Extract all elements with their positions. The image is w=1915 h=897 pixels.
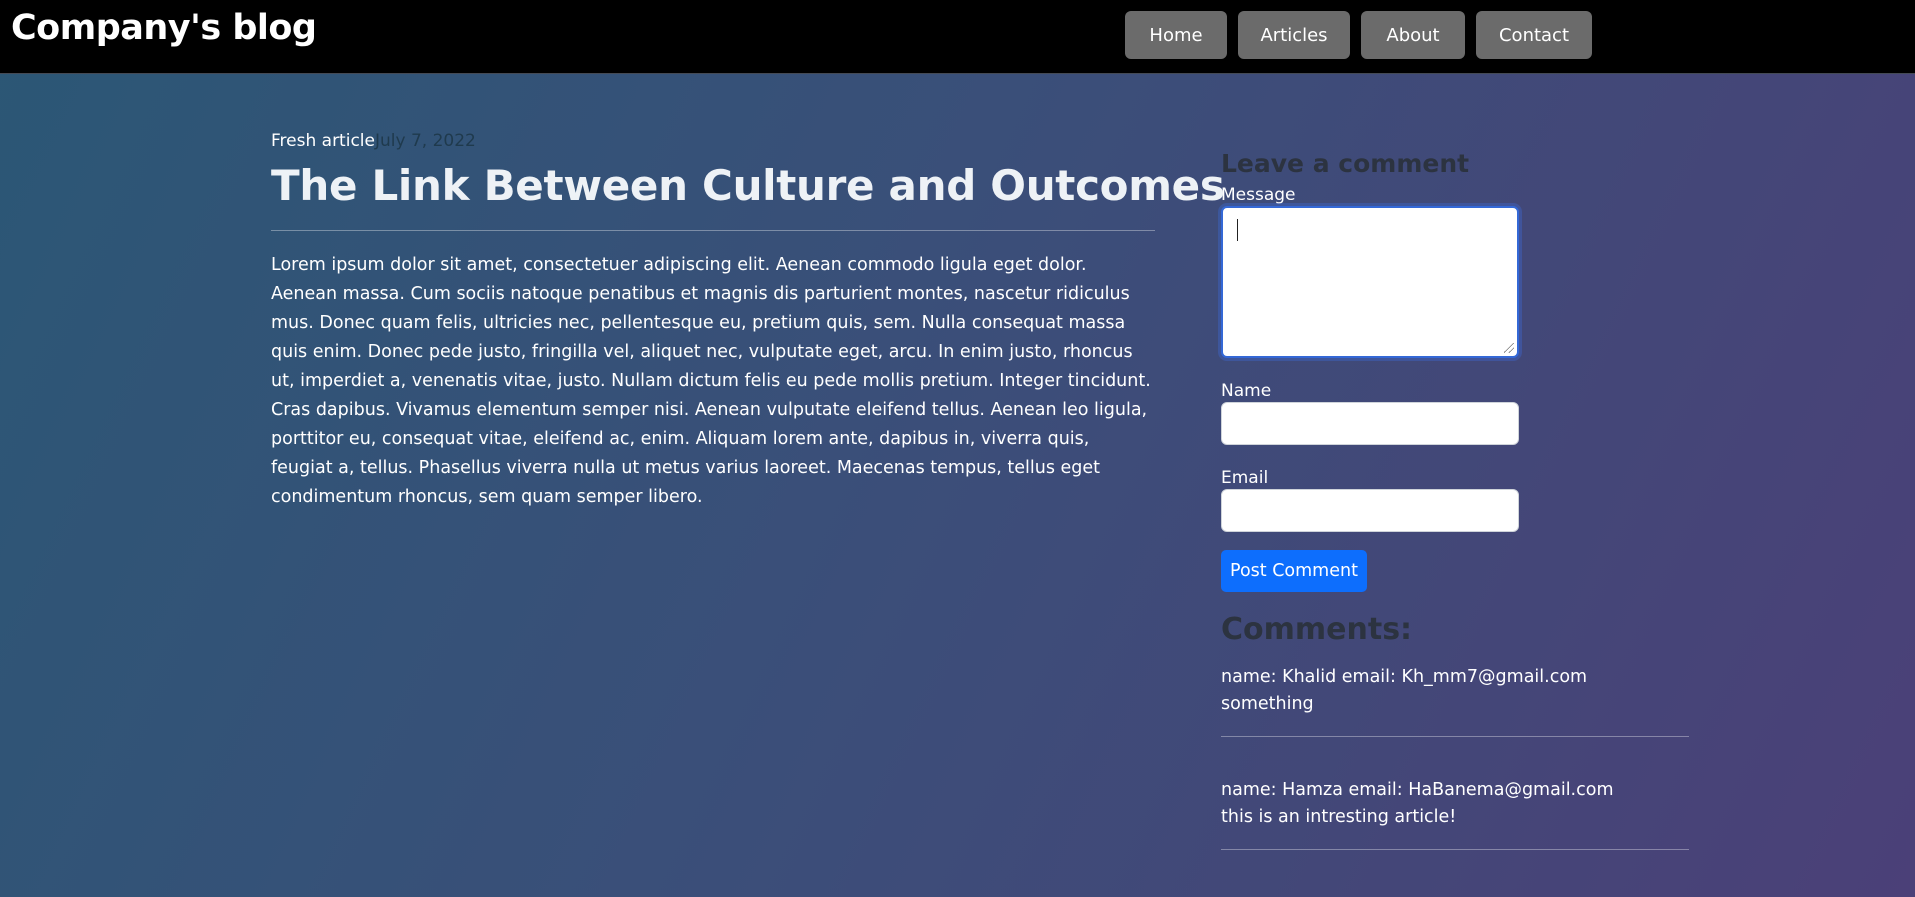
leave-comment-heading: Leave a comment [1221, 149, 1470, 178]
article-divider [271, 230, 1155, 231]
article-section: Fresh articleJuly 7, 2022 The Link Betwe… [271, 128, 1225, 512]
article-tag: Fresh article [271, 131, 375, 151]
article-title: The Link Between Culture and Outcomes [271, 161, 1225, 210]
email-input[interactable] [1221, 489, 1519, 532]
message-label: Message [1221, 185, 1296, 205]
email-label: Email [1221, 468, 1269, 488]
article-date: July 7, 2022 [374, 131, 476, 151]
comment-divider [1221, 736, 1689, 737]
nav-contact-button[interactable]: Contact [1476, 11, 1592, 59]
comments-heading: Comments: [1221, 612, 1413, 647]
article-meta: Fresh articleJuly 7, 2022 [271, 128, 1155, 154]
comment-meta: name: Khalid email: Kh_mm7@gmail.com [1221, 667, 1588, 687]
top-navbar: Company's blog Home Articles About Conta… [0, 0, 1915, 74]
message-textarea[interactable] [1221, 206, 1519, 358]
name-input[interactable] [1221, 402, 1519, 445]
comment-text: something [1221, 694, 1314, 714]
article-body: Lorem ipsum dolor sit amet, consectetuer… [271, 255, 1151, 507]
nav-about-button[interactable]: About [1361, 11, 1465, 59]
comment-text: this is an intresting article! [1221, 807, 1457, 827]
brand-title[interactable]: Company's blog [11, 8, 317, 48]
comment-item: name: Hamza email: HaBanema@gmail.com th… [1221, 777, 1689, 831]
comment-sidebar: Leave a comment Message Name Email Post … [1221, 148, 1691, 850]
post-comment-button[interactable]: Post Comment [1221, 550, 1367, 592]
comment-item: name: Khalid email: Kh_mm7@gmail.com som… [1221, 664, 1689, 718]
nav-home-button[interactable]: Home [1125, 11, 1227, 59]
main-nav: Home Articles About Contact [1125, 11, 1603, 59]
text-caret [1237, 219, 1238, 241]
nav-articles-button[interactable]: Articles [1238, 11, 1350, 59]
name-label: Name [1221, 381, 1272, 401]
comment-meta: name: Hamza email: HaBanema@gmail.com [1221, 780, 1614, 800]
resize-grip-icon[interactable] [1504, 343, 1514, 353]
comment-divider [1221, 849, 1689, 850]
